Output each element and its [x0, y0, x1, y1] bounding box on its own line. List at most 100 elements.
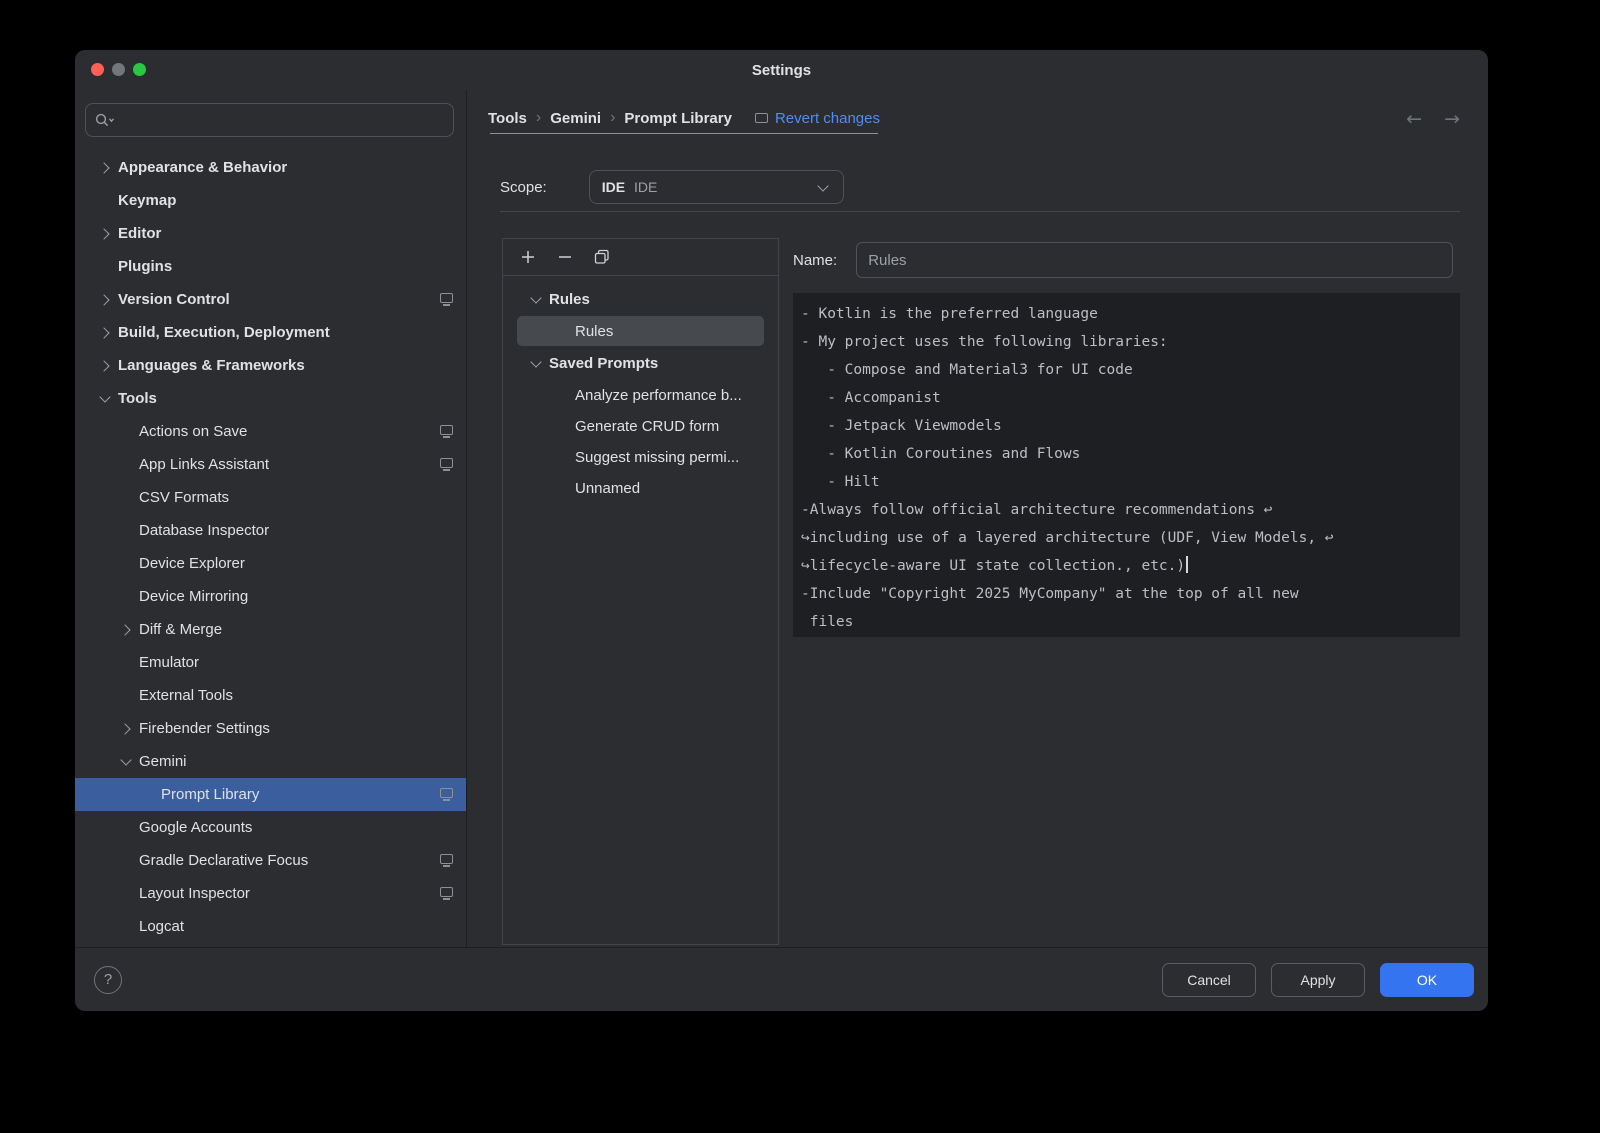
sidebar-item-actions-on-save[interactable]: Actions on Save [75, 415, 466, 448]
help-button[interactable]: ? [94, 966, 122, 994]
sidebar-item-google-accounts[interactable]: Google Accounts [75, 811, 466, 844]
sidebar-item-keymap[interactable]: Keymap [75, 184, 466, 217]
help-icon: ? [104, 971, 112, 988]
prompt-text-editor[interactable]: - Kotlin is the preferred language - My … [793, 293, 1460, 637]
chevron-down-icon[interactable] [97, 391, 113, 407]
sidebar-item-csv-formats[interactable]: CSV Formats [75, 481, 466, 514]
sidebar-item-device-mirroring[interactable]: Device Mirroring [75, 580, 466, 613]
chevron-spacer [118, 589, 134, 605]
titlebar: Settings [75, 50, 1488, 90]
settings-tree: Appearance & Behavior Keymap Editor Plug… [75, 151, 466, 943]
sidebar-item-device-explorer[interactable]: Device Explorer [75, 547, 466, 580]
sidebar-item-label: Version Control [118, 291, 230, 308]
scope-badge: IDE [602, 179, 625, 195]
tree-item-suggest-missing-permissions[interactable]: Suggest missing permi... [517, 442, 764, 472]
minimize-icon[interactable] [112, 63, 125, 76]
tree-group-rules[interactable]: Rules [503, 283, 778, 315]
chevron-right-icon[interactable] [97, 325, 113, 341]
copy-button[interactable] [593, 248, 611, 266]
sidebar-item-tools[interactable]: Tools [75, 382, 466, 415]
sidebar-item-logcat[interactable]: Logcat [75, 910, 466, 943]
tree-group-saved-prompts[interactable]: Saved Prompts [503, 347, 778, 379]
breadcrumb-tools[interactable]: Tools [488, 110, 527, 127]
sidebar-item-database-inspector[interactable]: Database Inspector [75, 514, 466, 547]
apply-button[interactable]: Apply [1271, 963, 1365, 997]
sidebar-item-label: Google Accounts [139, 819, 252, 836]
chevron-spacer [118, 820, 134, 836]
add-button[interactable] [519, 248, 537, 266]
tree-item-label: Suggest missing permi... [575, 449, 739, 466]
sidebar-item-firebender-settings[interactable]: Firebender Settings [75, 712, 466, 745]
sidebar-item-diff-merge[interactable]: Diff & Merge [75, 613, 466, 646]
sidebar-item-gradle-declarative-focus[interactable]: Gradle Declarative Focus [75, 844, 466, 877]
sidebar-item-appearance-behavior[interactable]: Appearance & Behavior [75, 151, 466, 184]
sidebar-item-label: App Links Assistant [139, 456, 269, 473]
prompt-name-input[interactable] [856, 242, 1453, 278]
zoom-icon[interactable] [133, 63, 146, 76]
sidebar-item-build-execution-deployment[interactable]: Build, Execution, Deployment [75, 316, 466, 349]
ok-button[interactable]: OK [1380, 963, 1474, 997]
close-icon[interactable] [91, 63, 104, 76]
scope-select[interactable]: IDE IDE [589, 170, 844, 204]
chevron-spacer [118, 490, 134, 506]
breadcrumb-gemini[interactable]: Gemini [550, 110, 601, 127]
breadcrumb-separator: › [536, 109, 541, 127]
scope-row: Scope: IDE IDE [500, 170, 844, 204]
ide-config-icon [440, 425, 453, 435]
prompt-tree-toolbar [503, 239, 778, 276]
tree-group-label: Saved Prompts [549, 355, 658, 372]
editor-line: - Kotlin Coroutines and Flows [801, 440, 1452, 468]
forward-icon[interactable]: → [1444, 108, 1460, 130]
sidebar-item-gemini[interactable]: Gemini [75, 745, 466, 778]
sidebar-item-label: Keymap [118, 192, 176, 209]
sidebar-item-label: Build, Execution, Deployment [118, 324, 330, 341]
sidebar-item-version-control[interactable]: Version Control [75, 283, 466, 316]
prompt-tree: Rules Rules Saved Prompts Analyze perfor… [503, 276, 778, 503]
editor-line: -Include "Copyright 2025 MyCompany" at t… [801, 580, 1452, 608]
tree-item-label: Analyze performance b... [575, 387, 742, 404]
sidebar-item-app-links-assistant[interactable]: App Links Assistant [75, 448, 466, 481]
chevron-right-icon[interactable] [118, 622, 134, 638]
tree-item-rules[interactable]: Rules [517, 316, 764, 346]
sidebar-item-layout-inspector[interactable]: Layout Inspector [75, 877, 466, 910]
main-panel: Tools › Gemini › Prompt Library Revert c… [467, 90, 1488, 947]
tree-item-unnamed[interactable]: Unnamed [517, 473, 764, 503]
chevron-spacer [118, 424, 134, 440]
chevron-right-icon[interactable] [97, 358, 113, 374]
settings-search[interactable] [85, 103, 454, 137]
chevron-right-icon[interactable] [118, 721, 134, 737]
tree-item-label: Generate CRUD form [575, 418, 719, 435]
back-icon[interactable]: ← [1406, 108, 1422, 130]
chevron-spacer [118, 919, 134, 935]
sidebar-item-languages-frameworks[interactable]: Languages & Frameworks [75, 349, 466, 382]
chevron-down-icon[interactable] [528, 355, 544, 371]
remove-button[interactable] [556, 248, 574, 266]
chevron-down-icon[interactable] [118, 754, 134, 770]
sidebar-item-label: Plugins [118, 258, 172, 275]
settings-window: Settings Appearance & Behavior Keymap Ed… [75, 50, 1488, 1011]
tree-item-analyze-performance[interactable]: Analyze performance b... [517, 380, 764, 410]
prompt-tree-panel: Rules Rules Saved Prompts Analyze perfor… [502, 238, 779, 945]
revert-changes-link[interactable]: Revert changes [755, 110, 880, 127]
chevron-spacer [97, 193, 113, 209]
chevron-right-icon[interactable] [97, 226, 113, 242]
breadcrumb-prompt-library: Prompt Library [624, 110, 732, 127]
sidebar-item-label: Editor [118, 225, 161, 242]
cancel-button[interactable]: Cancel [1162, 963, 1256, 997]
editor-line: - My project uses the following librarie… [801, 328, 1452, 356]
editor-line: - Compose and Material3 for UI code [801, 356, 1452, 384]
chevron-right-icon[interactable] [97, 160, 113, 176]
tree-item-generate-crud-form[interactable]: Generate CRUD form [517, 411, 764, 441]
chevron-spacer [118, 556, 134, 572]
chevron-right-icon[interactable] [97, 292, 113, 308]
chevron-spacer [118, 655, 134, 671]
search-input[interactable] [116, 112, 445, 128]
sidebar-item-emulator[interactable]: Emulator [75, 646, 466, 679]
editor-line: -Always follow official architecture rec… [801, 496, 1452, 524]
sidebar-item-prompt-library[interactable]: Prompt Library [75, 778, 466, 811]
chevron-down-icon[interactable] [528, 291, 544, 307]
sidebar-item-editor[interactable]: Editor [75, 217, 466, 250]
sidebar-item-plugins[interactable]: Plugins [75, 250, 466, 283]
chevron-spacer [118, 853, 134, 869]
sidebar-item-external-tools[interactable]: External Tools [75, 679, 466, 712]
